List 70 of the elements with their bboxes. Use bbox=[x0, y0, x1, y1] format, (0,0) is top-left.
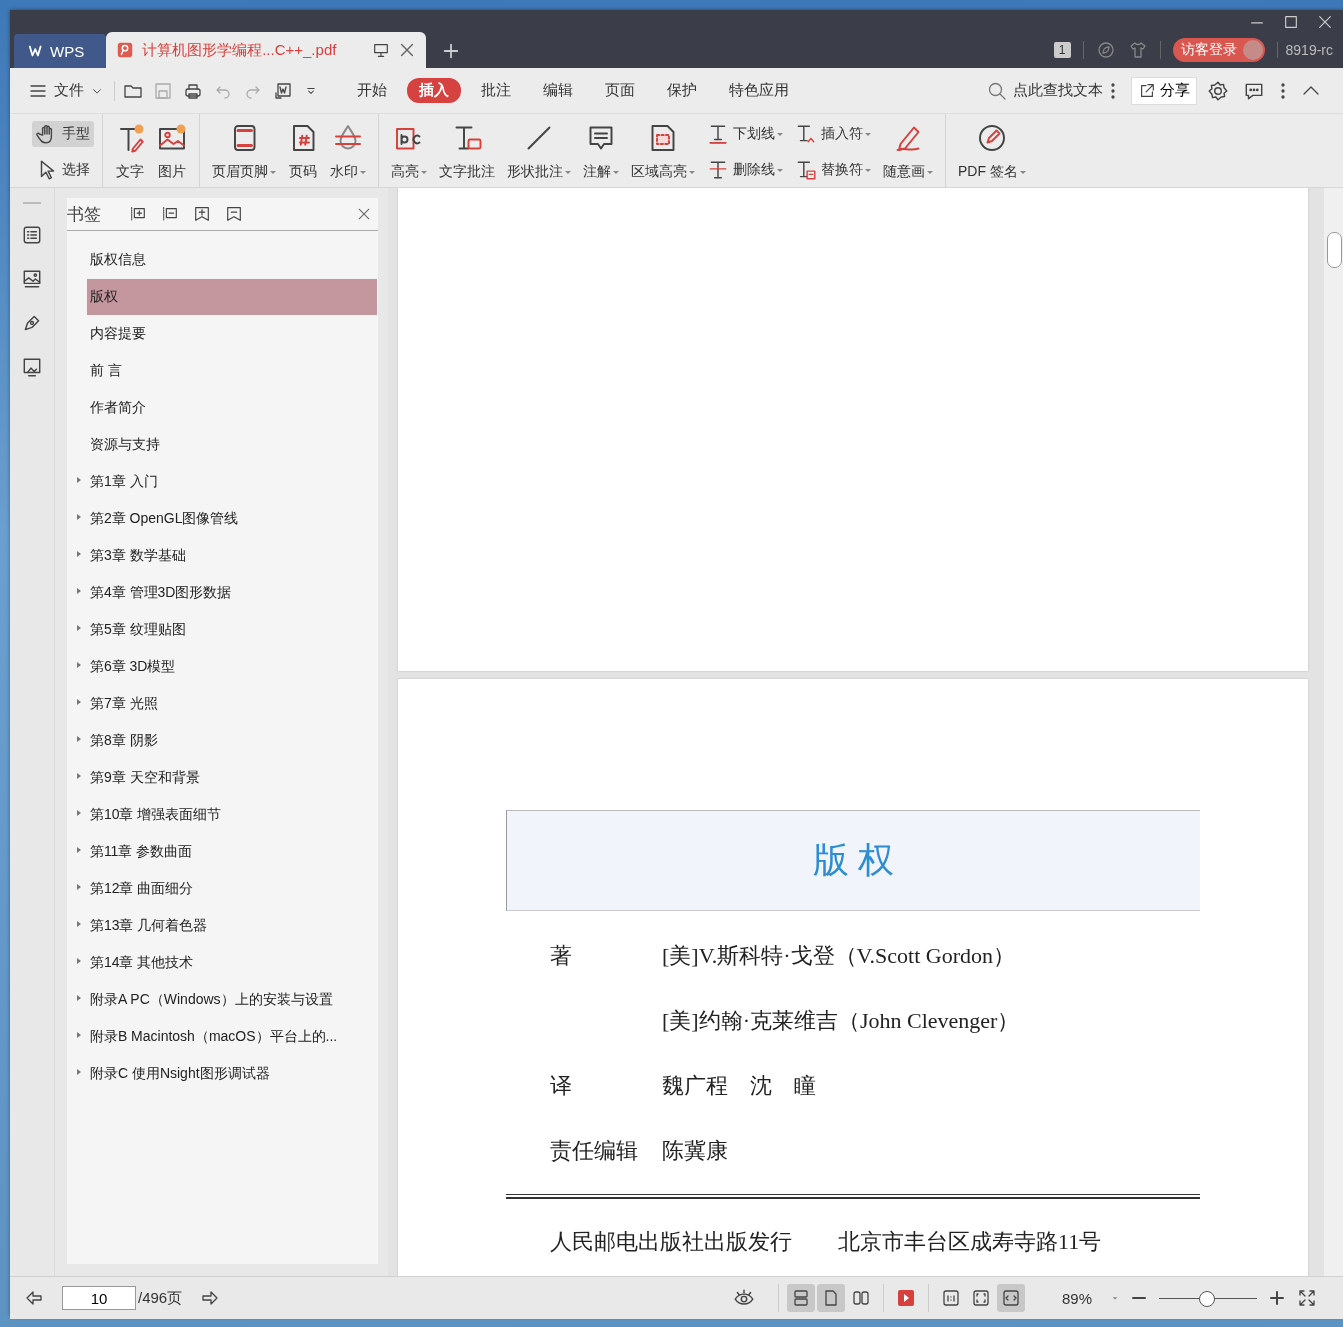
bookmark-item[interactable]: 第9章 天空和背景 bbox=[86, 759, 377, 796]
share-button[interactable]: 分享 bbox=[1131, 76, 1197, 105]
address-text: 北京市丰台区成寿寺路11号 bbox=[838, 1228, 1102, 1256]
credit-names: [美]约翰·克莱维吉（John Clevenger） bbox=[662, 1007, 1021, 1035]
bookmark-item[interactable]: 第5章 纹理贴图 bbox=[86, 611, 377, 648]
bookmark-item[interactable]: 附录B Macintosh（macOS）平台上的... bbox=[86, 1018, 377, 1055]
ribbon-tab[interactable]: 插入 bbox=[407, 78, 461, 103]
bookmark-item[interactable]: 第11章 参数曲面 bbox=[86, 833, 377, 870]
toolbar-button[interactable]: 页码 bbox=[284, 119, 322, 187]
ribbon-tab[interactable]: 开始 bbox=[345, 78, 399, 103]
bookmark-item[interactable]: 第1章 入门 bbox=[86, 463, 377, 500]
bookmark-item[interactable]: 资源与支持 bbox=[86, 426, 377, 463]
credit-role: 译 bbox=[550, 1073, 572, 1098]
user-name: 8919-rc bbox=[1276, 42, 1333, 58]
login-button[interactable]: 访客登录 bbox=[1172, 38, 1265, 62]
app-tab[interactable]: WPS bbox=[14, 34, 107, 68]
toolbar-button[interactable]: 图片 bbox=[153, 119, 191, 187]
bookmark-item[interactable]: 第2章 OpenGL图像管线 bbox=[86, 500, 377, 537]
bookmark-item[interactable]: 第6章 3D模型 bbox=[86, 648, 377, 685]
bookmark-item[interactable]: 第12章 曲面细分 bbox=[86, 870, 377, 907]
bookmark-item[interactable]: 第4章 管理3D图形数据 bbox=[86, 574, 377, 611]
toolbar-button[interactable]: 随意画 bbox=[879, 119, 937, 187]
toolbar-button[interactable]: 手型 bbox=[32, 121, 94, 147]
bookmark-item[interactable]: 第13章 几何着色器 bbox=[86, 907, 377, 944]
toolbar-button[interactable]: 插入符 bbox=[791, 121, 875, 147]
toolbar-button[interactable]: 文字批注 bbox=[435, 119, 499, 187]
bookmark-item[interactable]: 附录A PC（Windows）上的安装与设置 bbox=[86, 981, 377, 1018]
credit-role: 著 bbox=[550, 943, 572, 968]
bookmark-item[interactable]: 内容提要 bbox=[86, 315, 377, 352]
bookmark-item[interactable]: 第8章 阴影 bbox=[86, 722, 377, 759]
bookmark-item[interactable]: 前 言 bbox=[86, 352, 377, 389]
credit-names: [美]V.斯科特·戈登（V.Scott Gordon） bbox=[662, 942, 1017, 970]
toolbar-button[interactable]: 高亮 bbox=[387, 119, 431, 187]
publisher-text: 人民邮电出版社出版发行 bbox=[550, 1228, 792, 1256]
file-menu[interactable]: 文件 bbox=[28, 80, 115, 101]
toolbar-button[interactable]: 水印 bbox=[326, 119, 370, 187]
panel-title: 书签 bbox=[66, 203, 101, 226]
toolbar-button[interactable]: 页眉页脚 bbox=[208, 119, 280, 187]
page-number-field[interactable]: 10 bbox=[62, 1286, 136, 1310]
bookmark-item[interactable]: 第14章 其他技术 bbox=[86, 944, 377, 981]
page-total: /496页 bbox=[138, 1288, 183, 1308]
toolbar-button[interactable]: PDF 签名 bbox=[954, 119, 1030, 187]
toolbar-button[interactable]: 选择 bbox=[32, 157, 94, 183]
window-count-badge[interactable]: 1 bbox=[1053, 42, 1071, 58]
ribbon-tab[interactable]: 编辑 bbox=[531, 78, 585, 103]
bookmark-item[interactable]: 版权 bbox=[86, 278, 377, 315]
bookmark-item[interactable]: 作者简介 bbox=[86, 389, 377, 426]
page-heading: 版 权 bbox=[506, 810, 1200, 911]
credit-names: 魏广程 沈 瞳 bbox=[662, 1072, 817, 1100]
bookmark-item[interactable]: 第10章 增强表面细节 bbox=[86, 796, 377, 833]
toolbar-button[interactable]: 注解 bbox=[579, 119, 623, 187]
toolbar-button[interactable]: 区域高亮 bbox=[627, 119, 699, 187]
toolbar-button[interactable]: 下划线 bbox=[703, 121, 787, 147]
bookmark-item[interactable]: 版权信息 bbox=[86, 241, 377, 278]
search-field[interactable]: 点此查找文本 bbox=[987, 80, 1103, 101]
zoom-level[interactable]: 89% bbox=[1047, 1289, 1107, 1307]
bookmark-item[interactable]: 第7章 光照 bbox=[86, 685, 377, 722]
document-tab[interactable]: 计算机图形学编程...C++_.pdf bbox=[106, 32, 427, 68]
credit-names: 陈冀康 bbox=[662, 1137, 729, 1165]
credit-role: 责任编辑 bbox=[550, 1138, 638, 1163]
ribbon-tab[interactable]: 保护 bbox=[655, 78, 709, 103]
toolbar-button[interactable]: 文字 bbox=[111, 119, 149, 187]
bookmark-item[interactable]: 第3章 数学基础 bbox=[86, 537, 377, 574]
ribbon-tab[interactable]: 特色应用 bbox=[717, 78, 801, 103]
ribbon-tab[interactable]: 页面 bbox=[593, 78, 647, 103]
ribbon-tab[interactable]: 批注 bbox=[469, 78, 523, 103]
toolbar-button[interactable]: 形状批注 bbox=[503, 119, 575, 187]
toolbar-button[interactable]: 替换符 bbox=[791, 157, 875, 183]
toolbar-button[interactable]: 删除线 bbox=[703, 157, 787, 183]
bookmark-item[interactable]: 附录C 使用Nsight图形调试器 bbox=[86, 1055, 377, 1092]
